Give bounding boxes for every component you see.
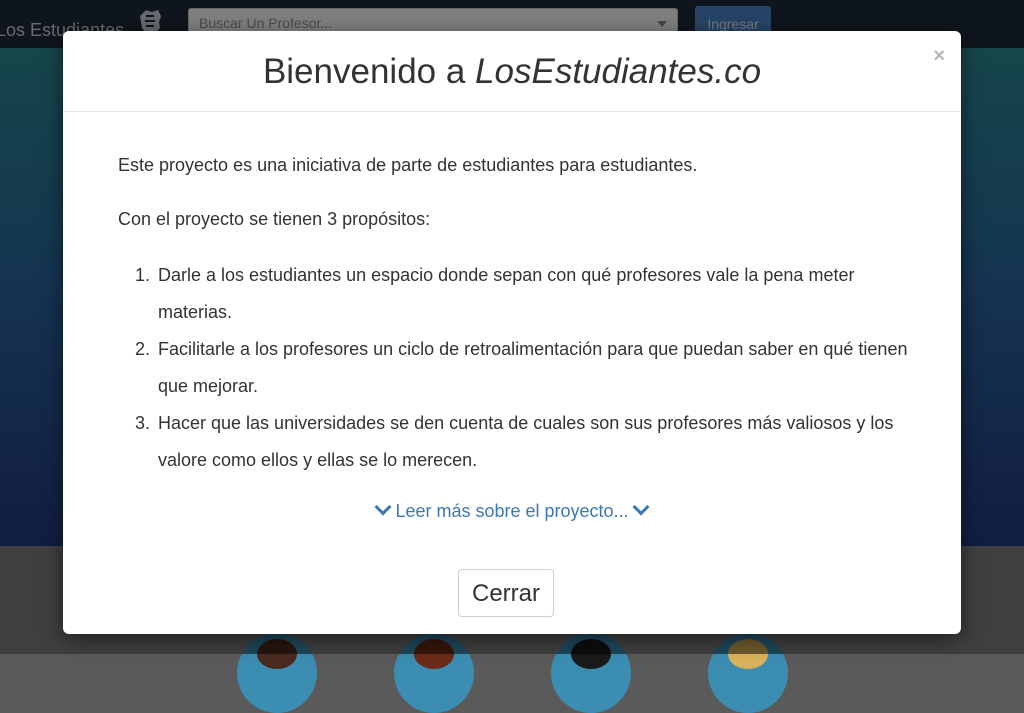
modal-title-site: LosEstudiantes.co <box>475 52 762 91</box>
list-number: 1. <box>135 265 151 285</box>
modal-title: Bienvenido a LosEstudiantes.co <box>63 52 961 92</box>
list-text: Hacer que las universidades se den cuent… <box>158 413 894 470</box>
purposes-intro: Con el proyecto se tienen 3 propósitos: <box>118 209 431 229</box>
close-button[interactable]: Cerrar <box>458 569 554 617</box>
list-item: 2. Facilitarle a los profesores un ciclo… <box>135 331 918 405</box>
welcome-modal: Bienvenido a LosEstudiantes.co × Este pr… <box>63 31 961 634</box>
list-item: 3. Hacer que las universidades se den cu… <box>135 405 918 479</box>
list-item: 1. Darle a los estudiantes un espacio do… <box>135 257 918 331</box>
list-number: 2. <box>135 339 151 359</box>
chevron-down-icon <box>632 498 650 516</box>
modal-title-prefix: Bienvenido a <box>262 52 476 91</box>
read-more-link[interactable]: Leer más sobre el proyecto... <box>63 498 961 522</box>
chevron-down-icon <box>374 498 392 516</box>
read-more-label[interactable]: Leer más sobre el proyecto... <box>395 501 628 521</box>
list-text: Darle a los estudiantes un espacio donde… <box>158 265 855 322</box>
list-number: 3. <box>135 413 151 433</box>
list-text: Facilitarle a los profesores un ciclo de… <box>158 339 908 396</box>
modal-header: Bienvenido a LosEstudiantes.co × <box>63 31 961 112</box>
close-icon[interactable]: × <box>933 45 945 68</box>
purposes-list: 1. Darle a los estudiantes un espacio do… <box>118 257 918 479</box>
intro-text: Este proyecto es una iniciativa de parte… <box>118 155 698 175</box>
